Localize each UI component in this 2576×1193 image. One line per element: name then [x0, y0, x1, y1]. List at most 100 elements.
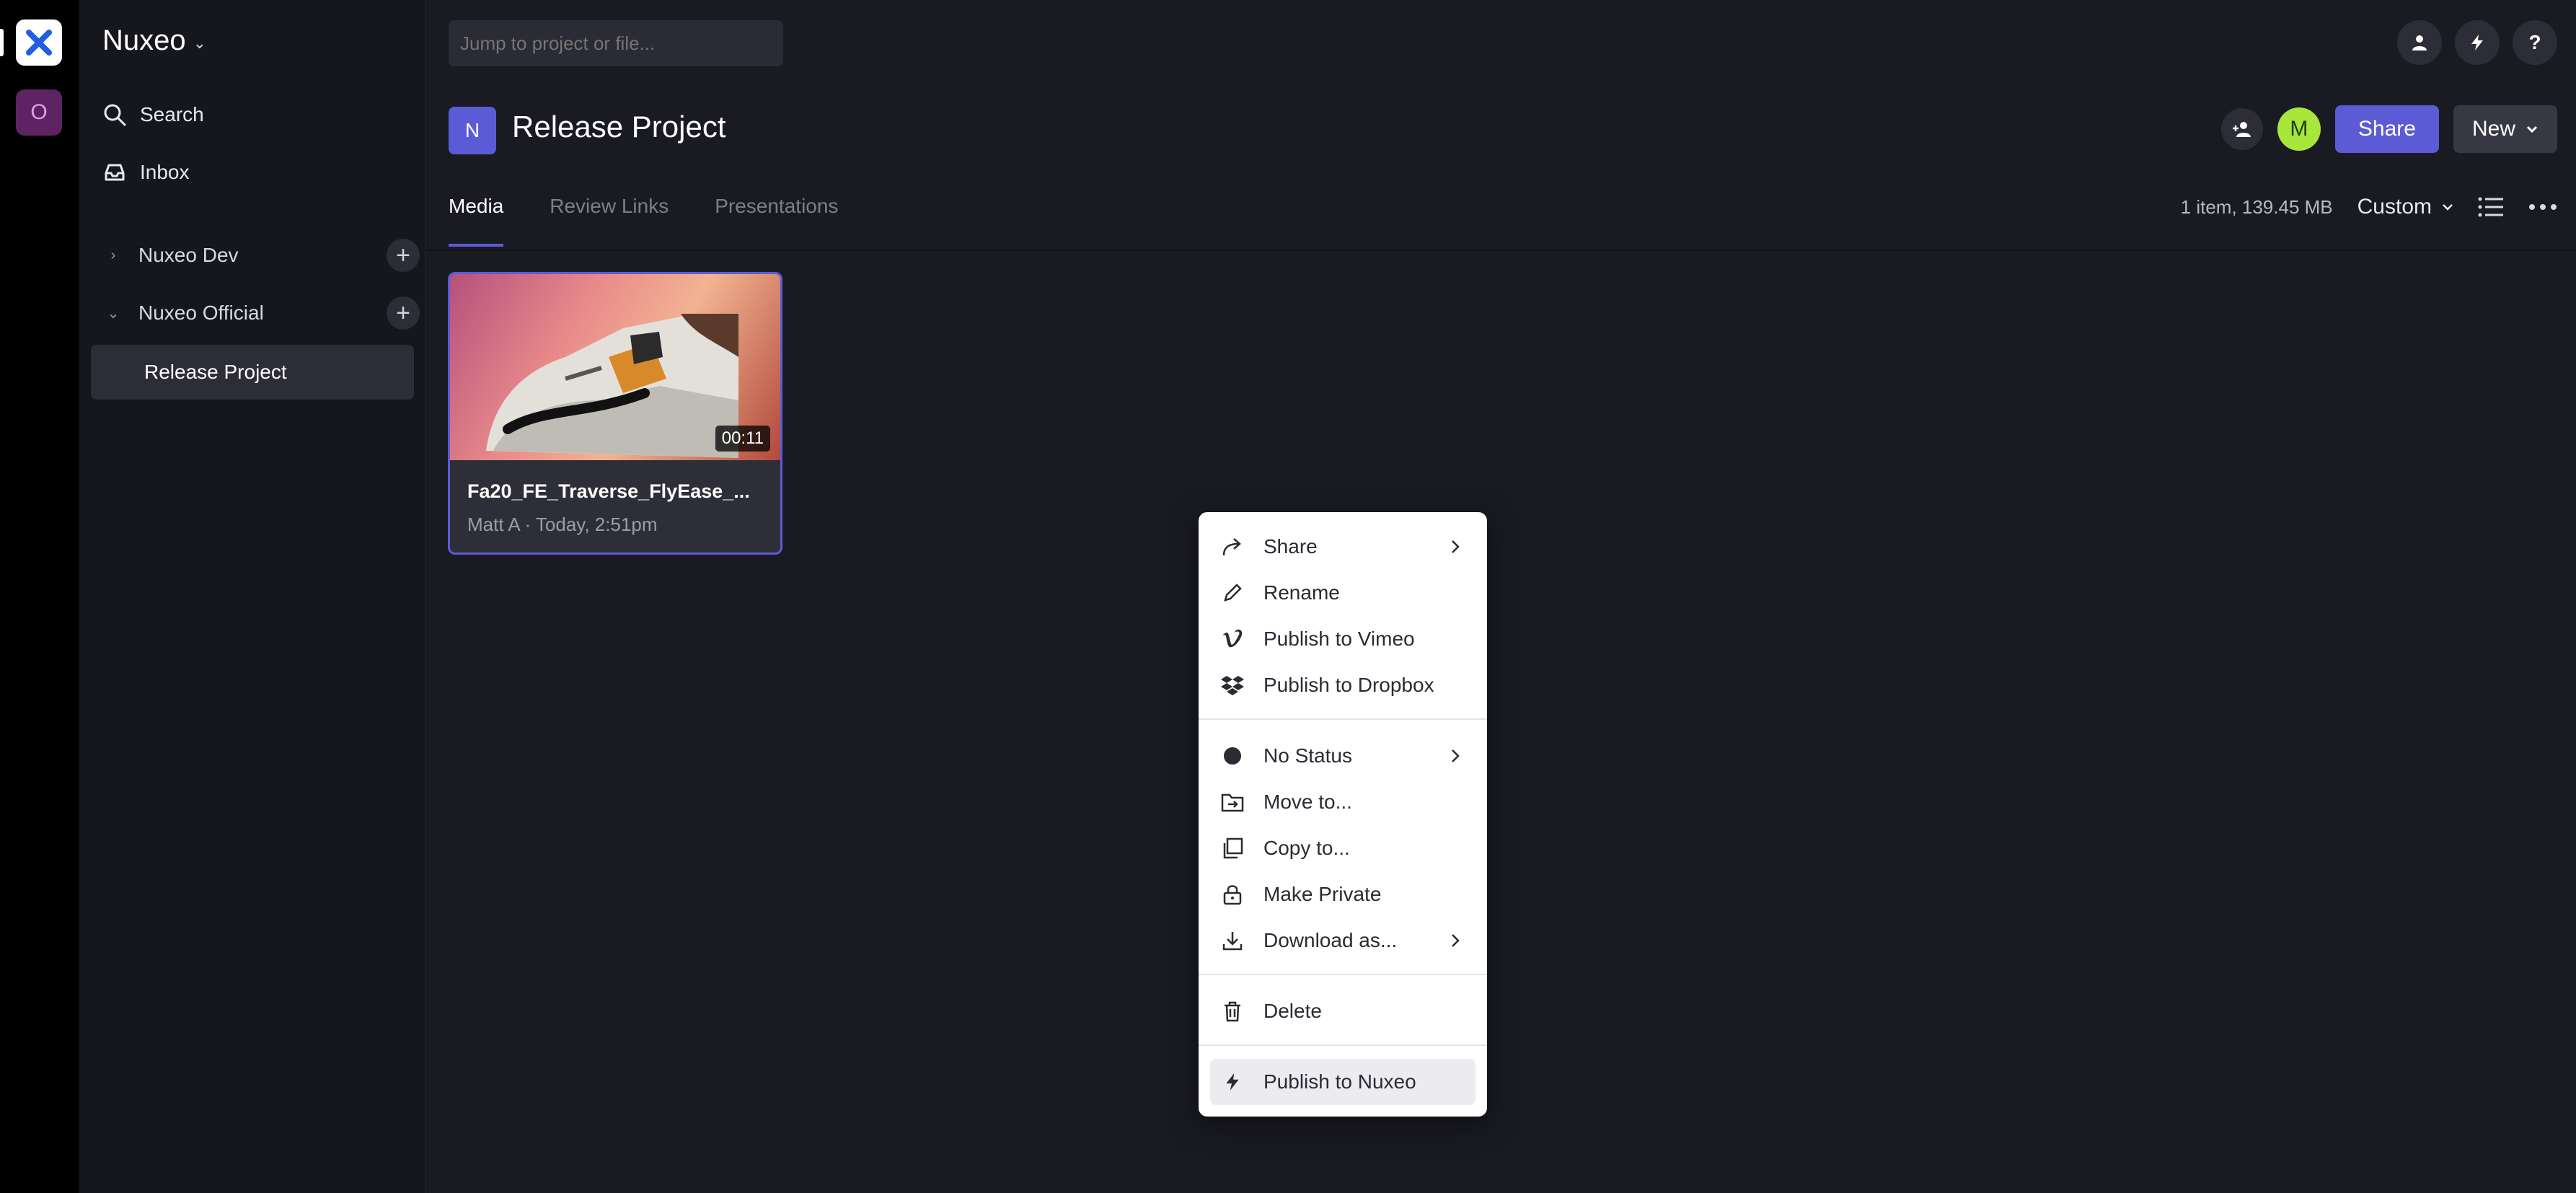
context-menu: Share Rename Publish to Vimeo Publish to…: [1199, 512, 1487, 1117]
lock-icon: [1223, 885, 1242, 905]
menu-item-label: Move to...: [1263, 791, 1352, 813]
duration-badge: 00:11: [715, 426, 770, 452]
asset-title: Fa20_FE_Traverse_FlyEase_...: [467, 480, 750, 502]
asset-thumbnail: 00:11: [450, 274, 780, 460]
lightning-icon: [1226, 1073, 1239, 1091]
add-user-icon: [2232, 122, 2251, 137]
asset-card[interactable]: 00:11 Fa20_FE_Traverse_FlyEase_... Matt …: [448, 272, 782, 555]
menu-item-label: Share: [1263, 535, 1318, 558]
sidebar-inbox-label: Inbox: [140, 161, 190, 183]
sidebar-search-label: Search: [140, 103, 204, 126]
item-count: 1 item, 139.45 MB: [2180, 195, 2333, 218]
dropbox-icon: [1221, 676, 1244, 695]
menu-item-publish-nuxeo[interactable]: Publish to Nuxeo: [1210, 1059, 1476, 1105]
menu-item-share[interactable]: Share: [1210, 524, 1476, 570]
share-icon: [1222, 538, 1241, 556]
sort-label: Custom: [2357, 195, 2432, 219]
project-label: Nuxeo Official: [138, 301, 264, 324]
main-panel: ? N Release Project M Share New Media Re…: [425, 0, 2576, 1193]
avatar[interactable]: M: [2277, 107, 2321, 151]
sidebar-item-nuxeo-official[interactable]: ⌄ Nuxeo Official +: [102, 291, 420, 335]
chevron-down-icon[interactable]: ⌄: [102, 304, 124, 322]
new-button-label: New: [2471, 117, 2515, 141]
lightning-icon: [2471, 35, 2483, 50]
menu-item-delete[interactable]: Delete: [1210, 988, 1476, 1034]
sort-dropdown[interactable]: Custom: [2357, 195, 2453, 219]
top-icon-bar: ?: [2397, 20, 2557, 65]
search-input[interactable]: [449, 20, 783, 66]
status-dot-icon: [1224, 747, 1241, 765]
tab-review-links[interactable]: Review Links: [550, 195, 669, 247]
help-icon: ?: [2528, 31, 2541, 53]
menu-item-publish-dropbox[interactable]: Publish to Dropbox: [1210, 662, 1476, 708]
share-button[interactable]: Share: [2334, 105, 2439, 153]
divider: [425, 250, 2576, 251]
more-icon[interactable]: [2528, 203, 2557, 211]
inbox-icon: [105, 164, 125, 181]
active-workspace-marker: [0, 29, 4, 56]
menu-item-label: Publish to Vimeo: [1263, 628, 1415, 650]
menu-divider: [1199, 718, 1487, 720]
sidebar-search[interactable]: Search: [102, 102, 204, 127]
menu-item-label: Make Private: [1263, 883, 1382, 905]
tab-presentations[interactable]: Presentations: [715, 195, 838, 247]
header-actions: M Share New: [2220, 105, 2557, 153]
menu-item-status[interactable]: No Status: [1210, 733, 1476, 779]
help-button[interactable]: ?: [2513, 20, 2557, 65]
shoe-image: [486, 314, 738, 458]
app-logo[interactable]: [16, 19, 62, 66]
menu-item-download[interactable]: Download as...: [1210, 917, 1476, 964]
menu-item-label: Download as...: [1263, 929, 1398, 951]
chevron-right-icon: [1452, 749, 1460, 762]
vimeo-icon: [1223, 629, 1243, 648]
menu-divider: [1199, 974, 1487, 975]
menu-item-label: No Status: [1263, 744, 1352, 767]
chevron-right-icon[interactable]: ›: [102, 247, 124, 264]
chevron-down-icon: [2443, 204, 2453, 211]
team-name: Nuxeo: [102, 25, 186, 56]
add-project-button[interactable]: +: [387, 239, 420, 272]
search-icon: [104, 104, 126, 126]
add-project-button[interactable]: +: [387, 296, 420, 330]
workspace-rail: O: [0, 0, 79, 1193]
trash-icon: [1225, 1001, 1240, 1022]
team-switcher[interactable]: Nuxeo ⌄: [102, 25, 206, 57]
menu-item-publish-vimeo[interactable]: Publish to Vimeo: [1210, 616, 1476, 662]
chevron-down-icon: ⌄: [193, 33, 207, 52]
menu-item-label: Rename: [1263, 581, 1340, 604]
menu-item-label: Publish to Dropbox: [1263, 674, 1434, 696]
workspace-initial: O: [30, 100, 48, 124]
user-icon: [2412, 35, 2427, 50]
new-button[interactable]: New: [2453, 105, 2557, 153]
sidebar-item-release-project[interactable]: Release Project: [91, 345, 414, 400]
tab-media[interactable]: Media: [449, 195, 504, 247]
activity-button[interactable]: [2455, 20, 2500, 65]
download-icon: [1222, 932, 1243, 951]
menu-item-label: Copy to...: [1263, 837, 1350, 859]
user-button[interactable]: [2397, 20, 2442, 65]
project-badge: N: [449, 107, 496, 154]
chevron-right-icon: [1452, 540, 1460, 553]
workspace-avatar[interactable]: O: [16, 89, 62, 136]
pencil-icon: [1224, 584, 1242, 602]
invite-button[interactable]: [2220, 108, 2263, 150]
chevron-down-icon: [2526, 126, 2538, 133]
menu-item-label: Delete: [1263, 1000, 1322, 1022]
page-title: Release Project: [512, 110, 726, 144]
view-controls: 1 item, 139.45 MB Custom: [2181, 195, 2557, 219]
menu-item-rename[interactable]: Rename: [1210, 570, 1476, 616]
folder-move-icon: [1221, 793, 1244, 812]
sidebar: Nuxeo ⌄ Search Inbox › Nuxeo Dev + ⌄ Nux…: [79, 0, 425, 1193]
menu-item-label: Publish to Nuxeo: [1263, 1070, 1416, 1093]
tab-bar: Media Review Links Presentations: [449, 195, 838, 247]
asset-subtitle: Matt A · Today, 2:51pm: [467, 514, 658, 535]
sidebar-item-nuxeo-dev[interactable]: › Nuxeo Dev +: [102, 234, 420, 277]
sidebar-inbox[interactable]: Inbox: [102, 160, 190, 185]
active-project-label: Release Project: [144, 361, 287, 383]
menu-item-copy[interactable]: Copy to...: [1210, 825, 1476, 871]
list-view-icon[interactable]: [2478, 196, 2504, 218]
menu-item-move[interactable]: Move to...: [1210, 779, 1476, 825]
menu-item-make-private[interactable]: Make Private: [1210, 871, 1476, 917]
x-logo-icon: [26, 30, 52, 56]
copy-icon: [1223, 837, 1243, 859]
